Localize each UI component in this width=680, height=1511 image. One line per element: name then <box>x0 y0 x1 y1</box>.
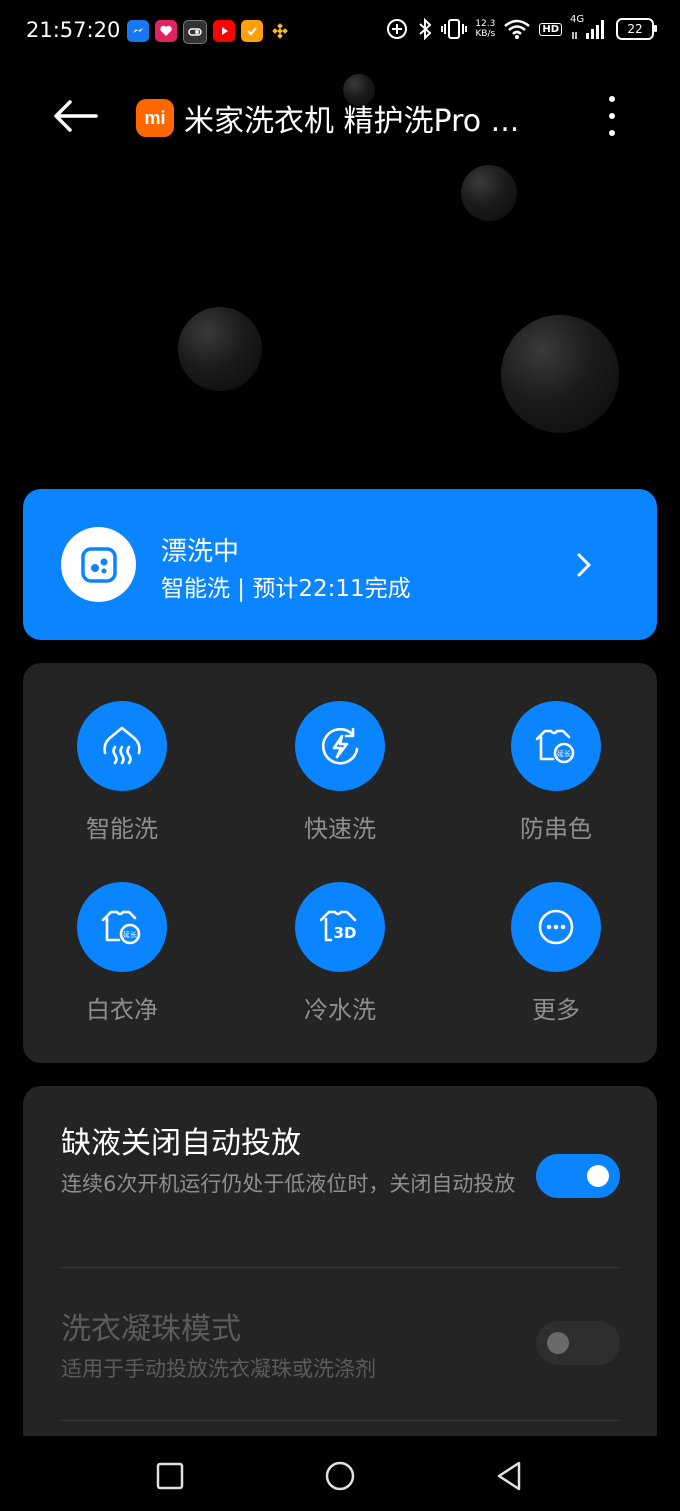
triangle-back-icon <box>497 1461 521 1491</box>
white-clothes-icon: 延长 <box>77 882 167 972</box>
recents-button[interactable] <box>152 1458 188 1494</box>
decorative-ball <box>178 307 262 391</box>
mi-logo-icon: mi <box>136 99 174 137</box>
back-nav-button[interactable] <box>492 1458 528 1494</box>
more-icon <box>511 882 601 972</box>
quick-wash-icon <box>295 701 385 791</box>
svg-text:延长: 延长 <box>123 930 137 939</box>
mode-label: 快速洗 <box>304 815 376 843</box>
settings-card: 缺液关闭自动投放 连续6次开机运行仍处于低液位时，关闭自动投放 洗衣凝珠模式 适… <box>23 1086 657 1446</box>
heart-app-icon <box>155 20 177 42</box>
smart-wash-icon <box>77 701 167 791</box>
mode-smart-wash[interactable]: 智能洗 <box>42 701 202 844</box>
mode-quick-wash[interactable]: 快速洗 <box>260 701 420 844</box>
setting-title-pod-mode: 洗衣凝珠模式 <box>61 1312 241 1347</box>
toggle-knob <box>587 1165 609 1187</box>
toggle-app-icon <box>183 20 207 44</box>
square-icon <box>156 1462 184 1490</box>
mode-label: 智能洗 <box>86 815 158 843</box>
notification-icons <box>127 20 291 44</box>
washing-status-card[interactable]: 漂洗中 智能洗 | 预计22:11完成 <box>23 489 657 640</box>
signal-icon <box>572 20 604 39</box>
color-protect-icon: 延长 <box>511 701 601 791</box>
hd-badge: HD <box>539 22 562 36</box>
messenger-icon <box>127 20 149 42</box>
mode-cold-wash[interactable]: 3D 冷水洗 <box>260 882 420 1025</box>
dot-icon <box>609 130 615 136</box>
dot-icon <box>609 96 615 102</box>
cold-wash-3d-icon: 3D <box>295 882 385 972</box>
washer-icon <box>61 527 136 602</box>
mode-label: 冷水洗 <box>304 996 376 1024</box>
home-button[interactable] <box>322 1458 358 1494</box>
setting-desc-pod-mode: 适用于手动投放洗衣凝珠或洗涤剂 <box>61 1357 376 1381</box>
toggle-knob <box>547 1332 569 1354</box>
system-indicators: 12.3 KB/s HD 4G 22 <box>385 14 657 41</box>
auto-dispense-toggle[interactable] <box>536 1154 620 1198</box>
back-button[interactable] <box>52 96 98 136</box>
wash-modes-card: 智能洗 快速洗 延长 防串色 延长 白衣净 3D 冷水洗 更多 <box>23 663 657 1063</box>
divider <box>61 1267 619 1268</box>
setting-title-auto-dispense: 缺液关闭自动投放 <box>61 1126 301 1161</box>
overflow-menu-button[interactable] <box>600 96 624 136</box>
mode-color-protect[interactable]: 延长 防串色 <box>476 701 636 844</box>
svg-text:3D: 3D <box>334 924 357 942</box>
battery-icon: 22 <box>616 18 657 40</box>
mode-label: 防串色 <box>520 815 592 843</box>
binance-icon <box>269 20 291 42</box>
back-arrow-icon <box>54 100 98 132</box>
circle-icon <box>325 1461 355 1491</box>
cell-signal: 4G <box>570 14 608 41</box>
vibrate-icon <box>441 19 468 39</box>
youtube-icon <box>213 20 235 42</box>
mode-more[interactable]: 更多 <box>476 882 636 1025</box>
status-time: 21:57:20 <box>26 18 121 42</box>
bluetooth-icon <box>419 17 432 41</box>
wash-status-subtitle: 智能洗 | 预计22:11完成 <box>161 576 411 602</box>
wash-status-title: 漂洗中 <box>161 537 240 567</box>
mode-label: 白衣净 <box>86 996 158 1024</box>
divider <box>61 1420 619 1421</box>
setting-desc-auto-dispense: 连续6次开机运行仍处于低液位时，关闭自动投放 <box>61 1172 516 1196</box>
dot-icon <box>609 113 615 119</box>
wifi-icon <box>504 19 531 39</box>
page-header: mi 米家洗衣机 精护洗Pro ... <box>136 96 519 140</box>
chevron-right-icon <box>577 553 591 577</box>
decorative-ball <box>501 315 619 433</box>
orange-app-icon <box>241 20 263 42</box>
decorative-ball <box>461 165 517 221</box>
data-saver-icon <box>387 19 408 39</box>
svg-text:延长: 延长 <box>557 749 571 758</box>
decorative-ball <box>343 74 375 106</box>
network-speed: 12.3 KB/s <box>475 19 496 39</box>
mode-label: 更多 <box>532 996 580 1024</box>
system-nav-bar <box>0 1436 680 1511</box>
status-bar: 21:57:20 12.3 KB/s HD 4G 22 <box>0 0 680 64</box>
pod-mode-toggle[interactable] <box>536 1321 620 1365</box>
mode-white-clothes[interactable]: 延长 白衣净 <box>42 882 202 1025</box>
